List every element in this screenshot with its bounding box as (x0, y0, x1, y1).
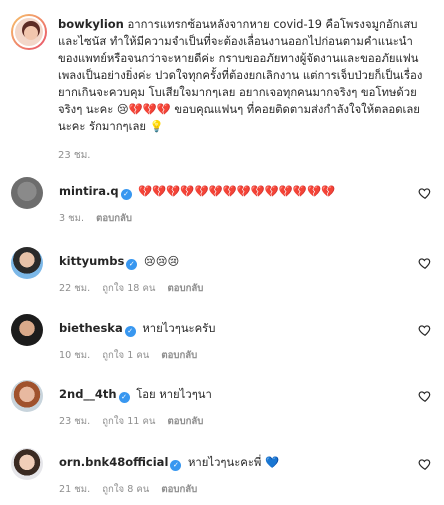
comment-body: 2nd__4th ✓ โอย หายไวๆนา (59, 386, 212, 403)
comment-text: หายไวๆนะคะพี่ 💙 (187, 456, 280, 469)
avatar[interactable] (11, 380, 43, 412)
like-count[interactable]: ถูกใจ 18 คน (102, 283, 155, 294)
comment-body: orn.bnk48official ✓ หายไวๆนะคะพี่ 💙 (59, 454, 279, 471)
comment-text: 😢😢😢 (143, 255, 180, 268)
comment-text: หายไวๆนะครับ (142, 322, 216, 335)
verified-badge-icon: ✓ (124, 326, 136, 337)
reply-button[interactable]: ตอบกลับ (168, 416, 204, 427)
comment-meta: 10 ชม. ถูกใจ 1 คน ตอบกลับ (59, 348, 206, 363)
comment-username[interactable]: bietheska (59, 321, 123, 335)
verified-badge-icon: ✓ (120, 189, 132, 200)
comment-username[interactable]: 2nd__4th (59, 387, 117, 401)
reply-button[interactable]: ตอบกลับ (161, 484, 197, 495)
comment-username[interactable]: orn.bnk48official (59, 455, 168, 469)
reply-button[interactable]: ตอบกลับ (161, 350, 197, 361)
comment-item: 2nd__4th ✓ โอย หายไวๆนา 23 ชม. ถูกใจ 11 ค… (11, 380, 436, 440)
like-count[interactable]: ถูกใจ 1 คน (102, 350, 149, 361)
comment-meta: 3 ชม. ตอบกลับ (59, 211, 141, 226)
comment-meta: 23 ชม. ถูกใจ 11 คน ตอบกลับ (59, 414, 212, 429)
like-count[interactable]: ถูกใจ 11 คน (102, 416, 155, 427)
comment-body: bietheska ✓ หายไวๆนะครับ (59, 320, 215, 337)
caption-text-block: bowkylion อาการแทรกซ้อนหลังจากหาย covid-… (58, 16, 430, 135)
like-heart-icon[interactable] (418, 322, 432, 336)
avatar[interactable] (11, 448, 43, 480)
comment-item: orn.bnk48official ✓ หายไวๆนะคะพี่ 💙 21 ชม… (11, 448, 436, 505)
comment-timestamp: 23 ชม. (59, 416, 91, 427)
avatar[interactable] (11, 247, 43, 279)
comment-item: mintira.q ✓ 💔💔💔💔💔💔💔💔💔💔💔💔💔💔 3 ชม. ตอบกลับ (11, 177, 436, 237)
comment-timestamp: 21 ชม. (59, 484, 91, 495)
comment-timestamp: 10 ชม. (59, 350, 91, 361)
avatar[interactable] (11, 14, 47, 50)
like-count[interactable]: ถูกใจ 8 คน (102, 484, 149, 495)
comment-username[interactable]: kittyumbs (59, 254, 124, 268)
comment-timestamp: 3 ชม. (59, 213, 85, 224)
avatar[interactable] (11, 314, 43, 346)
caption-text: อาการแทรกซ้อนหลังจากหาย covid-19 คือโพรง… (58, 18, 423, 133)
caption-timestamp: 23 ชม. (58, 150, 91, 161)
caption-username[interactable]: bowkylion (58, 17, 124, 31)
like-heart-icon[interactable] (418, 185, 432, 199)
comment-text: 💔💔💔💔💔💔💔💔💔💔💔💔💔💔 (138, 185, 336, 198)
verified-badge-icon: ✓ (170, 460, 182, 471)
avatar-image (13, 16, 45, 48)
comment-timestamp: 22 ชม. (59, 283, 91, 294)
reply-button[interactable]: ตอบกลับ (168, 283, 204, 294)
like-heart-icon[interactable] (418, 456, 432, 470)
reply-button[interactable]: ตอบกลับ (96, 213, 132, 224)
comment-item: kittyumbs ✓ 😢😢😢 22 ชม. ถูกใจ 18 คน ตอบกลั… (11, 247, 436, 307)
comment-text: โอย หายไวๆนา (136, 388, 212, 401)
verified-badge-icon: ✓ (118, 392, 130, 403)
verified-badge-icon: ✓ (126, 259, 138, 270)
comment-body: mintira.q ✓ 💔💔💔💔💔💔💔💔💔💔💔💔💔💔 (59, 183, 335, 200)
comment-username[interactable]: mintira.q (59, 184, 119, 198)
comment-item: bietheska ✓ หายไวๆนะครับ 10 ชม. ถูกใจ 1 ค… (11, 314, 436, 374)
comment-meta: 21 ชม. ถูกใจ 8 คน ตอบกลับ (59, 482, 206, 497)
comment-meta: 22 ชม. ถูกใจ 18 คน ตอบกลับ (59, 281, 212, 296)
like-heart-icon[interactable] (418, 388, 432, 402)
comment-body: kittyumbs ✓ 😢😢😢 (59, 253, 179, 270)
like-heart-icon[interactable] (418, 255, 432, 269)
avatar[interactable] (11, 177, 43, 209)
